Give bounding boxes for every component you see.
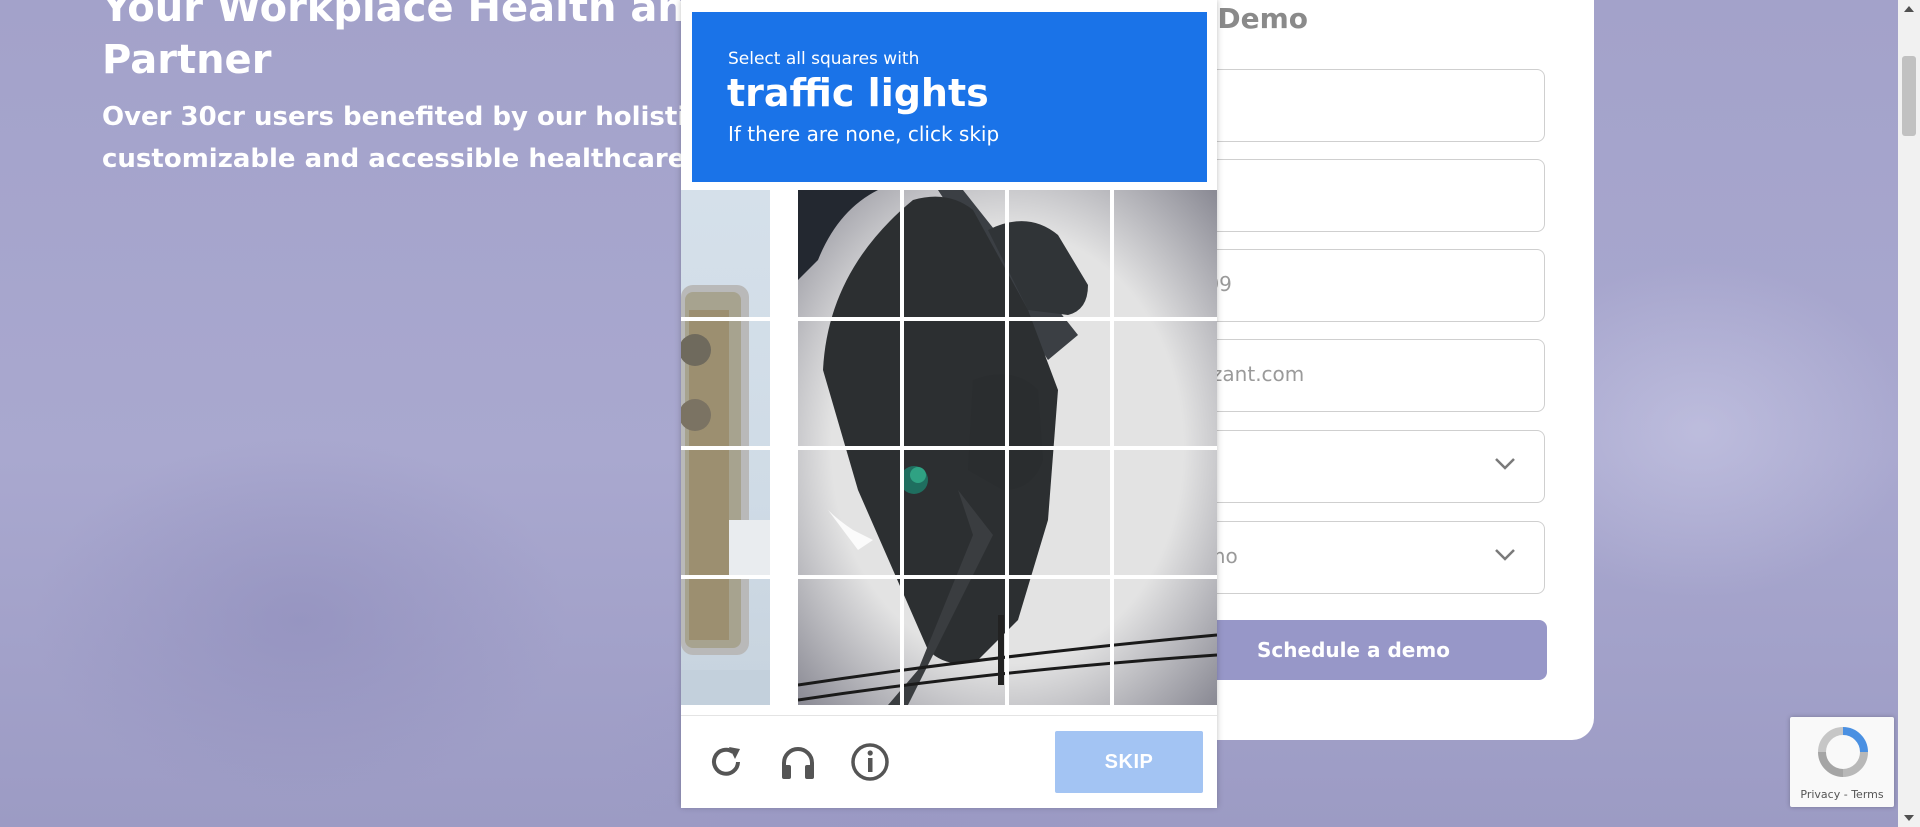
schedule-demo-button[interactable]: Schedule a demo (1160, 620, 1547, 680)
name-field[interactable] (1160, 69, 1545, 142)
scroll-down-arrow-icon[interactable] (1904, 815, 1914, 821)
captcha-instructions: Select all squares with traffic lights I… (692, 12, 1207, 182)
hero-subtitle-line-2: customizable and accessible healthcare s… (102, 144, 756, 174)
chevron-down-icon (1495, 458, 1515, 470)
company-field[interactable]: t (1160, 159, 1545, 232)
captcha-instruction-text: Select all squares with (728, 49, 920, 69)
chevron-down-icon (1495, 549, 1515, 561)
demo-type-select[interactable]: demo (1160, 521, 1545, 594)
captcha-image-tile-main[interactable] (798, 190, 1217, 705)
scroll-thumb[interactable] (1902, 56, 1916, 136)
hero-subtitle-line-1: Over 30cr users benefited by our holisti… (102, 102, 712, 132)
info-icon[interactable] (849, 741, 891, 783)
phone-field[interactable]: 9999 (1160, 249, 1545, 322)
hero-title-line-2: Partner (102, 37, 272, 83)
scroll-up-arrow-icon[interactable] (1904, 6, 1914, 12)
skip-button[interactable]: SKIP (1055, 731, 1203, 793)
captcha-target-text: traffic lights (727, 71, 989, 115)
recaptcha-badge[interactable]: Privacy - Terms (1790, 717, 1894, 807)
captcha-challenge-dialog: Select all squares with traffic lights I… (681, 0, 1217, 808)
captcha-footer: SKIP (681, 715, 1217, 808)
captcha-hint-text: If there are none, click skip (728, 122, 1000, 146)
page-scrollbar[interactable] (1898, 0, 1920, 827)
recaptcha-logo-icon (1818, 727, 1868, 777)
company-size-select[interactable]: 0 (1160, 430, 1545, 503)
headphones-icon[interactable] (777, 741, 819, 783)
recaptcha-privacy-terms[interactable]: Privacy - Terms (1790, 788, 1894, 801)
traffic-light-image (798, 190, 1217, 705)
reload-icon[interactable] (705, 741, 747, 783)
grid-lines-left (681, 190, 798, 705)
captcha-image-grid (681, 190, 1217, 705)
email-field[interactable]: gnizant.com (1160, 339, 1545, 412)
hero-subtitle: Over 30cr users benefited by our holisti… (102, 96, 755, 180)
